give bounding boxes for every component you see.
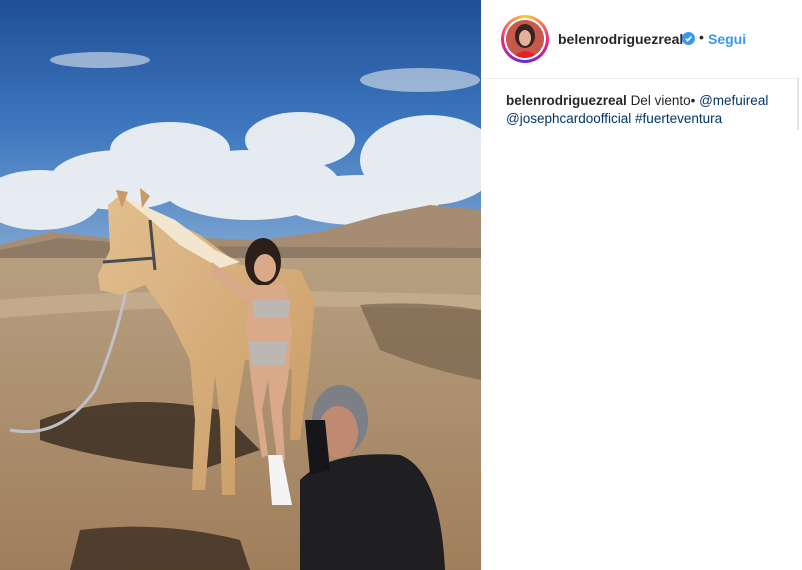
post-header: belenrodriguezreal • Segui: [481, 0, 797, 79]
avatar-image: [506, 20, 544, 58]
post-caption: belenrodriguezreal Del viento• @mefuirea…: [506, 92, 791, 128]
caption-scrollbar[interactable]: [797, 78, 799, 130]
caption-mention-josephcardoofficial[interactable]: @josephcardoofficial: [506, 111, 631, 126]
caption-mention-mefuireal[interactable]: @mefuireal: [699, 93, 768, 108]
follow-separator: •: [699, 29, 704, 45]
caption-username[interactable]: belenrodriguezreal: [506, 93, 627, 108]
verified-badge-icon: [682, 32, 695, 45]
post-sidebar: belenrodriguezreal • Segui belenrodrigue…: [481, 0, 802, 570]
follow-button[interactable]: Segui: [708, 31, 746, 47]
post-photo[interactable]: [0, 0, 481, 570]
photo-illustration: [0, 0, 481, 570]
avatar-story-ring[interactable]: [501, 15, 549, 63]
avatar[interactable]: [504, 18, 546, 60]
post-username[interactable]: belenrodriguezreal: [558, 31, 683, 47]
caption-hashtag[interactable]: #fuerteventura: [635, 111, 722, 126]
caption-text: Del viento•: [630, 93, 696, 108]
